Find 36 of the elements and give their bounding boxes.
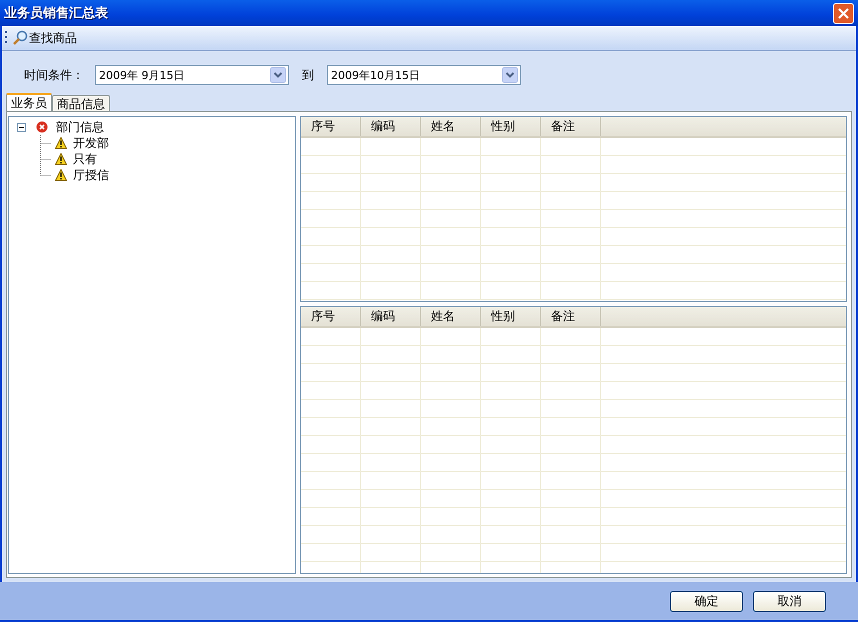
column-header[interactable]: 编码 bbox=[361, 117, 421, 136]
filter-label: 时间条件： bbox=[24, 66, 85, 84]
column-header[interactable]: 序号 bbox=[301, 117, 361, 136]
close-button[interactable] bbox=[833, 2, 854, 24]
grip-icon bbox=[5, 30, 8, 46]
search-icon bbox=[12, 30, 28, 46]
collapse-icon[interactable] bbox=[17, 122, 26, 132]
column-header[interactable]: 姓名 bbox=[421, 307, 481, 326]
tree-item[interactable]: 厅授信 bbox=[73, 166, 109, 184]
tab[interactable]: 业务员 bbox=[6, 93, 52, 111]
error-icon bbox=[36, 121, 48, 133]
tree-item[interactable]: 只有 bbox=[73, 150, 97, 168]
chevron-down-icon bbox=[270, 67, 286, 83]
tree-connector-icon bbox=[39, 135, 51, 151]
warning-icon bbox=[55, 137, 67, 149]
window-title: 业务员销售汇总表 bbox=[4, 5, 108, 22]
warning-icon bbox=[55, 169, 67, 181]
column-header[interactable]: 姓名 bbox=[421, 117, 481, 136]
column-header[interactable]: 备注 bbox=[541, 307, 601, 326]
find-button[interactable]: 查找商品 bbox=[12, 30, 77, 46]
cancel-button[interactable]: 取消 bbox=[753, 590, 826, 612]
tab[interactable]: 商品信息 bbox=[52, 95, 110, 111]
column-header[interactable]: 性别 bbox=[481, 117, 541, 136]
column-header[interactable]: 序号 bbox=[301, 307, 361, 326]
chevron-down-icon bbox=[502, 67, 518, 83]
date-dropdown[interactable]: 2009年10月15日 bbox=[327, 65, 521, 85]
date-dropdown[interactable]: 2009年 9月15日 bbox=[95, 65, 289, 85]
column-header[interactable]: 性别 bbox=[481, 307, 541, 326]
ok-button[interactable]: 确定 bbox=[670, 590, 743, 612]
tree-item[interactable]: 开发部 bbox=[73, 134, 109, 152]
warning-icon bbox=[55, 153, 67, 165]
column-header[interactable]: 编码 bbox=[361, 307, 421, 326]
close-icon bbox=[838, 8, 849, 18]
separator-label: 到 bbox=[302, 66, 314, 84]
column-header[interactable]: 备注 bbox=[541, 117, 601, 136]
tree-item[interactable]: 部门信息 bbox=[56, 118, 104, 136]
